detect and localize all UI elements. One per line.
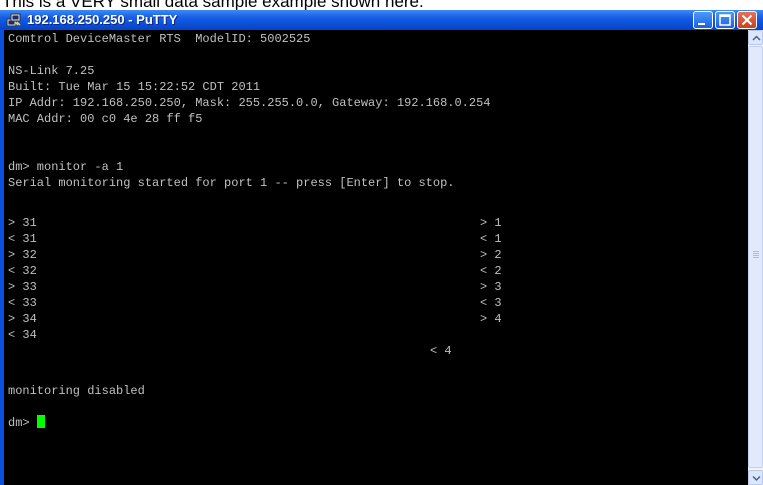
terminal-line-version: NS-Link 7.25 [8,64,95,78]
close-button[interactable] [737,11,757,29]
monitor-left-line: > 33 [8,280,37,294]
monitor-left-line: < 31 [8,232,37,246]
minimize-button[interactable] [693,11,713,29]
monitor-center-line: < 4 [430,344,452,358]
terminal-screen[interactable]: Comtrol DeviceMaster RTS ModelID: 500252… [4,30,748,485]
terminal-line-header: Comtrol DeviceMaster RTS ModelID: 500252… [8,32,311,46]
maximize-icon [719,14,731,26]
monitor-right-line: > 3 [480,280,502,294]
scroll-down-button[interactable] [748,470,763,485]
monitor-right-line: > 1 [480,216,502,230]
putty-window: 192.168.250.250 - PuTTY Comtrol DeviceMa… [0,10,763,485]
grip-line [753,251,759,252]
monitor-right-line: > 4 [480,312,502,326]
prompt-text: dm> [8,416,37,430]
scroll-thumb[interactable] [748,46,763,468]
monitor-left-line: < 32 [8,264,37,278]
terminal-prompt-line: dm> [8,415,45,431]
terminal-line-ip: IP Addr: 192.168.250.250, Mask: 255.255.… [8,96,491,110]
terminal-line-mac: MAC Addr: 00 c0 4e 28 ff f5 [8,112,203,126]
minimize-icon [698,23,705,25]
monitor-right-line: > 2 [480,248,502,262]
terminal-line-command: dm> monitor -a 1 [8,160,124,174]
monitor-left-line: < 33 [8,296,37,310]
chevron-down-icon [752,475,761,482]
grip-line [753,253,759,254]
title-bar[interactable]: 192.168.250.250 - PuTTY [0,10,763,30]
monitor-left-line: > 31 [8,216,37,230]
terminal-line-built: Built: Tue Mar 15 15:22:52 CDT 2011 [8,80,261,94]
grip-line [753,257,759,258]
terminal-line-started: Serial monitoring started for port 1 -- … [8,176,455,190]
chevron-up-icon [752,35,761,41]
window-title: 192.168.250.250 - PuTTY [27,12,178,27]
monitor-right-line: < 2 [480,264,502,278]
monitor-left-line: > 32 [8,248,37,262]
maximize-button[interactable] [715,11,735,29]
monitor-right-line: < 1 [480,232,502,246]
terminal-line-disabled: monitoring disabled [8,384,145,398]
monitor-left-line: < 34 [8,328,37,342]
grip-line [753,255,759,256]
monitor-left-line: > 34 [8,312,37,326]
monitor-right-line: < 3 [480,296,502,310]
vertical-scrollbar[interactable] [748,30,763,485]
putty-icon[interactable] [6,13,21,27]
text-cursor [36,415,45,428]
scroll-up-button[interactable] [748,30,763,45]
close-icon [741,14,753,26]
